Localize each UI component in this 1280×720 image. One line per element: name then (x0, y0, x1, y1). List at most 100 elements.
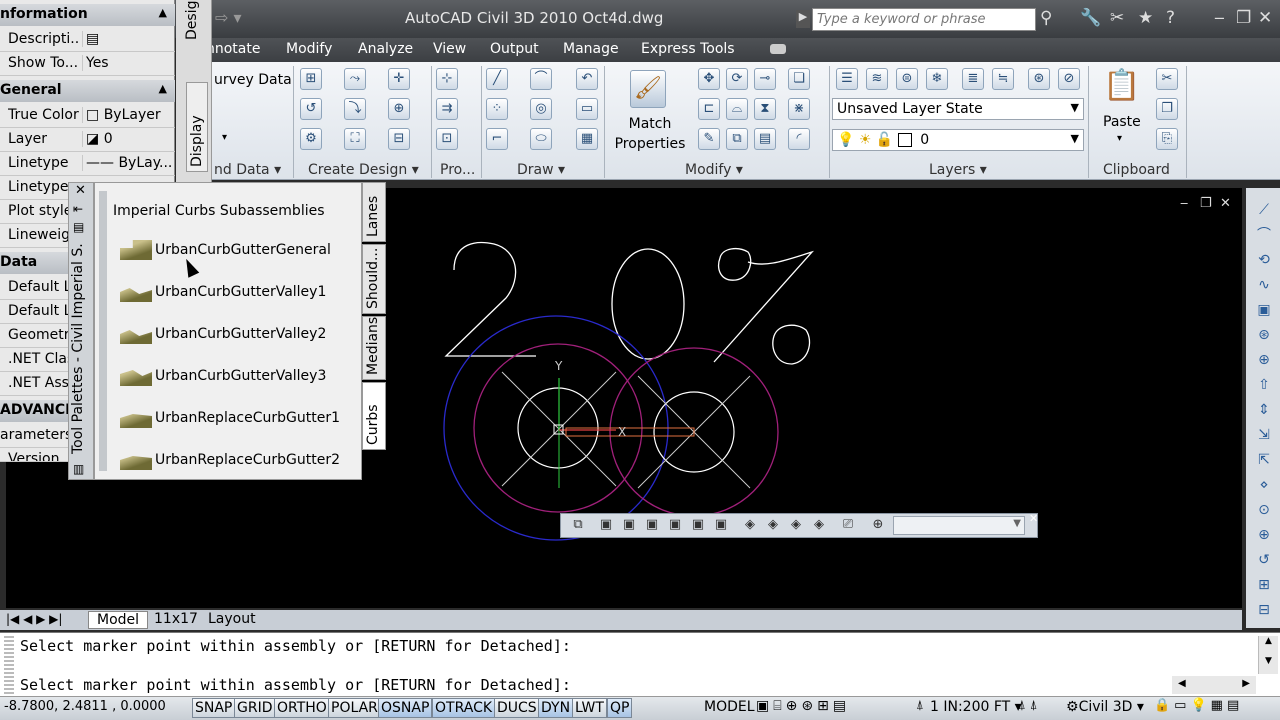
panel-title-clipboard[interactable]: Clipboard (1103, 162, 1170, 180)
copy-clip-icon[interactable]: ❐ (1156, 98, 1178, 120)
panel-title-layers[interactable]: Layers ▾ (929, 162, 987, 180)
help-icon[interactable]: ? (1166, 8, 1175, 28)
match-clip-icon[interactable]: ⎘ (1156, 128, 1178, 150)
tab-11x17[interactable]: 11x17 (146, 611, 206, 629)
mirror-icon[interactable]: ⧗ (754, 98, 776, 120)
circle-icon[interactable]: ◎ (530, 98, 552, 120)
parcel-icon[interactable]: ⊕ (388, 98, 410, 120)
tab-medians[interactable]: Medians (362, 316, 386, 380)
menu-manage[interactable]: Manage (563, 41, 619, 57)
tab-lanes[interactable]: Lanes (362, 182, 386, 242)
toggle-grid[interactable]: GRID (234, 698, 276, 718)
layer-state-select[interactable]: Unsaved Layer State ▼ (832, 98, 1084, 120)
binoculars-icon[interactable]: ⚲ (1040, 8, 1052, 28)
layer-walk-icon[interactable]: ⊛ (1028, 68, 1050, 90)
fillet-icon[interactable]: ⌓ (726, 98, 748, 120)
intersection-icon[interactable]: ✛ (388, 68, 410, 90)
polyline-icon[interactable]: ⌐ (486, 128, 508, 150)
panel-title-draw[interactable]: Draw ▾ (517, 162, 565, 180)
command-scrollbar[interactable]: ▲ ▼ (1258, 636, 1278, 674)
drawing-restore-icon[interactable]: ❐ (1200, 196, 1212, 211)
zoom-icon[interactable]: ⊕ (869, 517, 887, 535)
menu-annotate[interactable]: nnotate (206, 41, 260, 57)
line-icon[interactable]: ╱ (486, 68, 508, 90)
assembly-icon[interactable]: ⚙ (300, 128, 322, 150)
panel-title-ground-data[interactable]: nd Data ▾ (214, 162, 281, 180)
command-hscroll[interactable]: ◀ ▶ (1172, 676, 1256, 694)
profile-create-icon[interactable]: ⇉ (436, 98, 458, 120)
survey-data-label[interactable]: urvey Data (214, 72, 292, 88)
palette-autohide-icon[interactable]: ⇤ (73, 202, 83, 216)
cut-icon[interactable]: ✂ (1156, 68, 1178, 90)
alignment-icon[interactable]: ⊞ (300, 68, 322, 90)
toggle-lwt[interactable]: LWT (572, 698, 607, 718)
prop-row-description[interactable]: Descripti... ▤ (0, 28, 175, 52)
view-nw-iso-icon[interactable]: ◈ (810, 517, 828, 535)
prop-row-linetype[interactable]: Linetype —— ByLay... (0, 152, 175, 176)
toolbar-close-icon[interactable]: ✕ (1029, 512, 1038, 525)
drawing-close-icon[interactable]: ✕ (1220, 196, 1231, 211)
toggle-qp[interactable]: QP (607, 698, 633, 718)
profile-view-icon[interactable]: ⊹ (436, 68, 458, 90)
view-sw-iso-icon[interactable]: ◈ (741, 517, 759, 535)
menu-view[interactable]: View (433, 41, 466, 57)
tab-display[interactable]: Display (186, 82, 208, 172)
scale-icon[interactable]: ⧉ (726, 128, 748, 150)
status-icons[interactable]: ▣⌸⊕⊛⊞▤ (756, 698, 850, 714)
menu-modify[interactable]: Modify (286, 41, 332, 57)
palette-properties-icon[interactable]: ▤ (73, 220, 84, 234)
tray-icons[interactable]: 🔒▭💡▦▤ (1154, 698, 1243, 713)
model-space-button[interactable]: MODEL (704, 699, 755, 715)
panel-title-modify[interactable]: Modify ▾ (685, 162, 743, 180)
workspace-select[interactable]: ⚙Civil 3D ▾ (1066, 699, 1144, 715)
palette-close-icon[interactable]: ✕ (75, 183, 86, 198)
ellipse-icon[interactable]: ⬭ (530, 128, 552, 150)
dropdown-arrow-icon[interactable]: ▾ (222, 132, 227, 143)
toggle-snap[interactable]: SNAP (192, 698, 236, 718)
section-icon[interactable]: ⊡ (436, 128, 458, 150)
quick-access-arrow-icon[interactable]: ⇨ ▾ (215, 8, 242, 27)
coordinate-readout[interactable]: -8.7800, 2.4811 , 0.0000 (4, 699, 166, 714)
rectangle-icon[interactable]: ▭ (576, 98, 598, 120)
view-ne-iso-icon[interactable]: ◈ (787, 517, 805, 535)
toggle-dyn[interactable]: DYN (538, 698, 574, 718)
toggle-otrack[interactable]: OTRACK (432, 698, 496, 718)
tab-shoulders[interactable]: Should... (362, 244, 386, 314)
paste-icon[interactable]: 📋 (1102, 68, 1142, 108)
toggle-osnap[interactable]: OSNAP (378, 698, 433, 718)
view-left-icon[interactable]: ▣ (643, 517, 661, 535)
view-front-icon[interactable]: ▣ (689, 517, 707, 535)
view-right-icon[interactable]: ▣ (666, 517, 684, 535)
paste-button[interactable]: Paste (1103, 114, 1141, 130)
rotate-icon[interactable]: ⟳ (726, 68, 748, 90)
prop-row-show-tooltip[interactable]: Show To... Yes (0, 52, 175, 76)
layer-off-icon[interactable]: ≋ (866, 68, 888, 90)
view-manager-icon[interactable]: ⧉ (569, 517, 587, 535)
hatch-icon[interactable]: ▦ (576, 128, 598, 150)
view-select[interactable]: ▼ (893, 516, 1025, 535)
match-properties-button[interactable]: Match Properties (612, 114, 688, 154)
match-properties-icon[interactable]: 🖌 (630, 70, 666, 108)
layer-lock-icon[interactable]: ≣ (962, 68, 984, 90)
favorites-star-icon[interactable]: ★ (1138, 8, 1153, 28)
annotation-scale-select[interactable]: 1 IN:200 FT ▾ (930, 699, 1022, 715)
command-grip[interactable] (4, 636, 14, 694)
tab-curbs[interactable]: Curbs (362, 382, 386, 450)
wrench-icon[interactable]: 🔧 (1080, 8, 1101, 28)
layer-isolate-icon[interactable]: ⊜ (896, 68, 918, 90)
search-arrow-icon[interactable]: ▶ (796, 10, 810, 28)
tab-design[interactable]: Design (184, 0, 200, 40)
layer-freeze-icon[interactable]: ❄ (926, 68, 948, 90)
layer-merge-icon[interactable]: ⊘ (1058, 68, 1080, 90)
tab-model[interactable]: Model (88, 611, 149, 629)
erase-icon[interactable]: ✎ (698, 128, 720, 150)
feature-line-icon[interactable]: ⛶ (344, 128, 366, 150)
toggle-ducs[interactable]: DUCS (494, 698, 540, 718)
close-window-icon[interactable]: ✕ (1258, 8, 1272, 28)
corridor-icon[interactable]: ↺ (300, 98, 322, 120)
tab-nav-first-icon[interactable]: |◀ ◀ ▶ ▶| (6, 612, 62, 626)
layer-select[interactable]: 💡 ☀ 🔓 0 ▼ (832, 129, 1084, 151)
array-icon[interactable]: ▤ (754, 128, 776, 150)
menu-express-tools[interactable]: Express Tools (641, 41, 735, 57)
palette-menu-icon[interactable]: ▥ (73, 462, 84, 476)
